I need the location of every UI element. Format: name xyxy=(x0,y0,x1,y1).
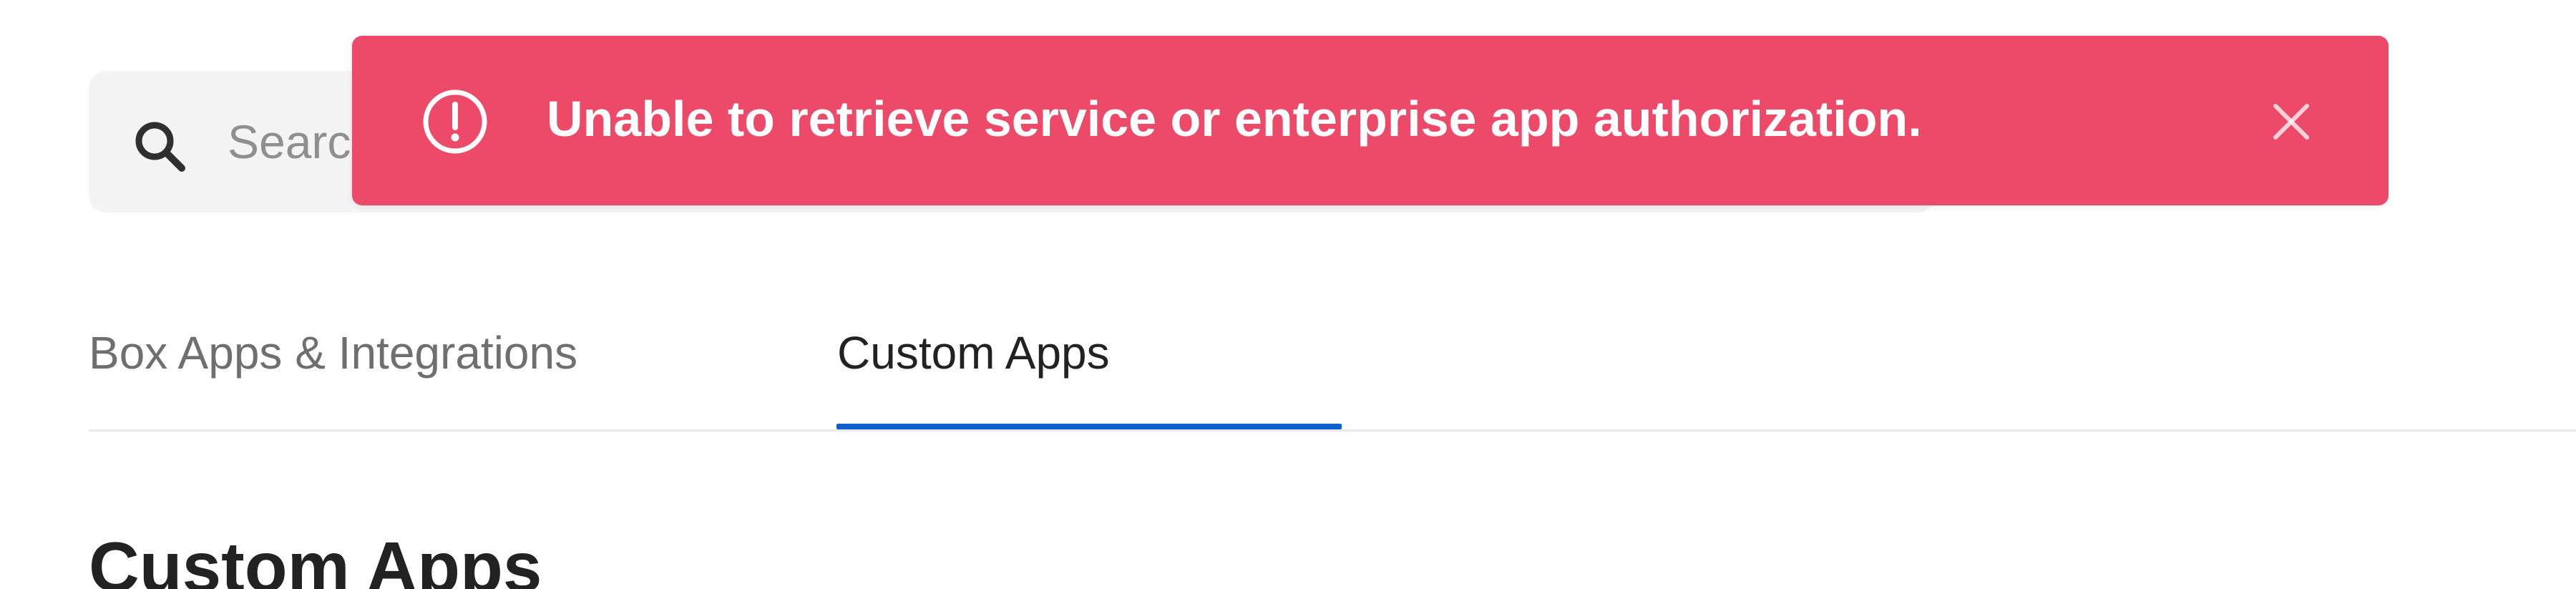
toast-message: Unable to retrieve service or enterprise… xyxy=(547,91,1922,147)
alert-circle-icon xyxy=(423,89,487,154)
tab-custom-apps[interactable]: Custom Apps xyxy=(837,324,1110,381)
search-icon xyxy=(135,122,185,172)
error-toast: Unable to retrieve service or enterprise… xyxy=(352,36,2389,205)
page-title: Custom Apps xyxy=(89,527,542,589)
tabs-divider xyxy=(89,429,2576,432)
close-icon[interactable] xyxy=(2271,102,2311,142)
tab-bar: Box Apps & Integrations Custom Apps xyxy=(89,286,2576,432)
active-tab-indicator xyxy=(836,424,1342,429)
admin-console-page: Unable to retrieve service or enterprise… xyxy=(0,0,2576,589)
tab-box-apps-integrations[interactable]: Box Apps & Integrations xyxy=(89,324,577,381)
